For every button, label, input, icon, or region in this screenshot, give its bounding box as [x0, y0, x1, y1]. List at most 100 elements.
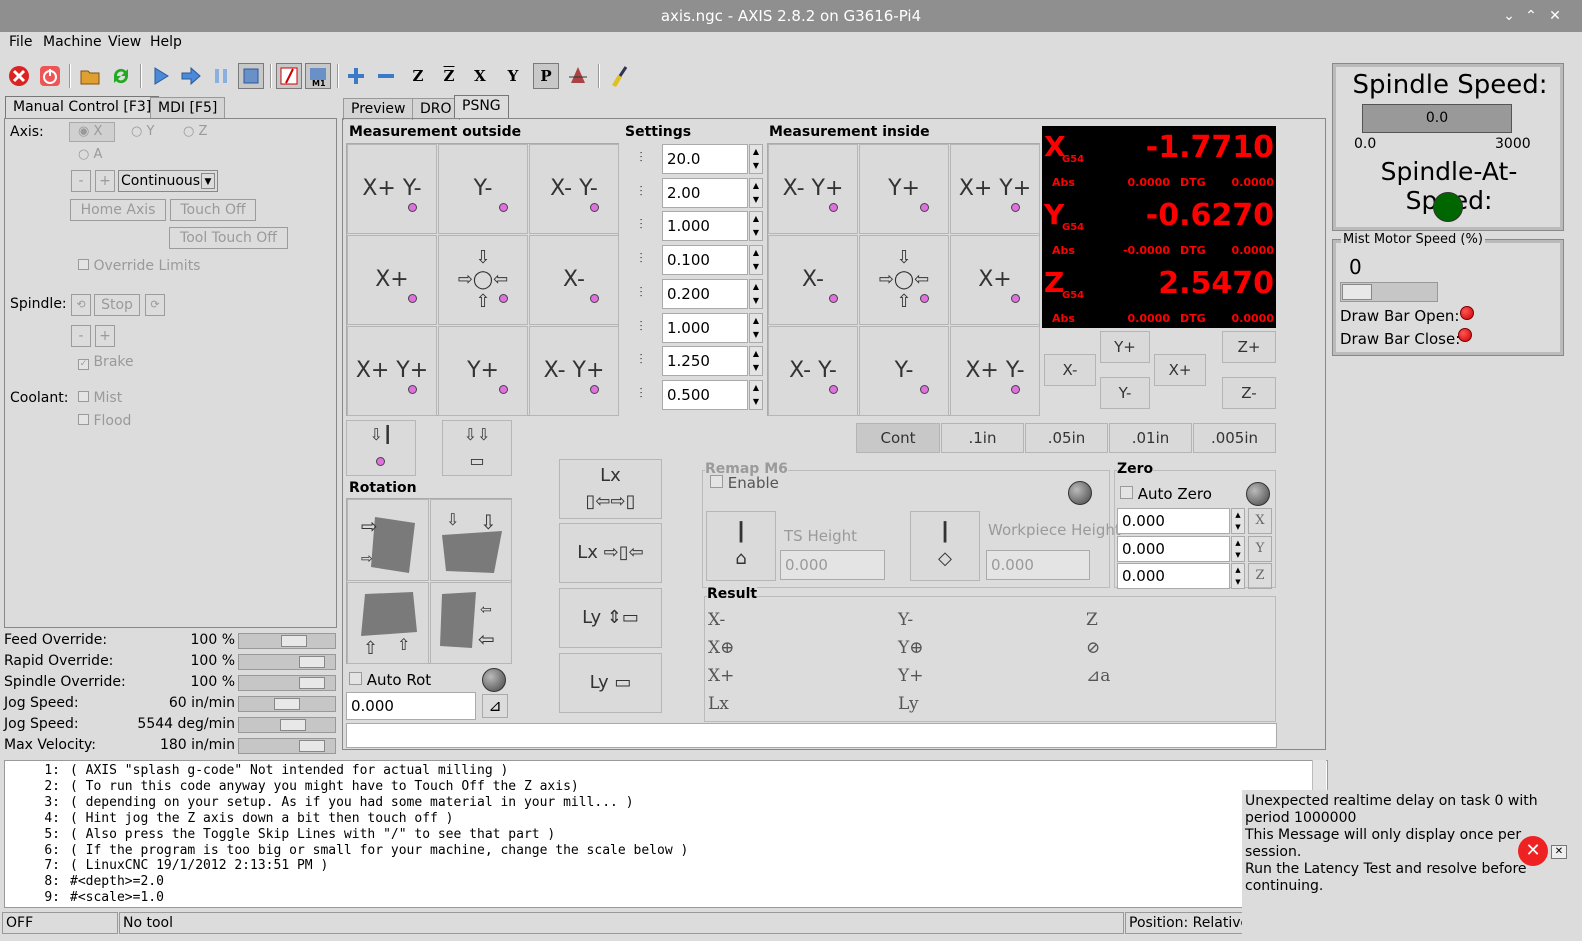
spinner-arrows-icon[interactable]: ▲ ▼	[749, 177, 763, 208]
override-slider[interactable]	[238, 738, 336, 754]
mist-checkbox[interactable]: Mist	[78, 390, 122, 406]
outside-x-minusyminus-button[interactable]: X- Y-	[529, 144, 619, 234]
tab-mdi[interactable]: MDI [F5]	[150, 97, 226, 119]
lx-outside-button[interactable]: Lx ▯⇦⇨▯	[559, 459, 662, 519]
stop-icon[interactable]	[238, 63, 264, 89]
spinner-arrows-icon[interactable]: ▲ ▼	[749, 379, 763, 410]
zero-input[interactable]: 0.000	[1117, 563, 1230, 589]
increment-1-button[interactable]: .1in	[941, 423, 1024, 453]
spinner-arrows-icon[interactable]: ▲ ▼	[749, 144, 763, 174]
axis-z-radio[interactable]: ○ Z	[183, 124, 207, 139]
setting-input[interactable]: 0.200	[662, 278, 748, 309]
spinner-arrows-icon[interactable]: ▲ ▼	[1231, 508, 1245, 534]
touch-off-button[interactable]: Touch Off	[170, 199, 256, 221]
increment-01-button[interactable]: .01in	[1109, 423, 1192, 453]
ts-height-input[interactable]: 0.000	[780, 550, 885, 580]
step-icon[interactable]	[178, 63, 204, 89]
jog-minus-button[interactable]: -	[71, 170, 91, 192]
probe-tool-length-button[interactable]: ⇩⇩ ▭	[442, 420, 512, 476]
jog-yminus-button[interactable]: Y-	[1100, 377, 1150, 409]
menu-machine[interactable]: Machine	[43, 34, 102, 50]
tool-touch-off-button[interactable]: Tool Touch Off	[169, 227, 288, 249]
setting-input[interactable]: 0.100	[662, 245, 748, 276]
jog-yplus-button[interactable]: Y+	[1100, 331, 1150, 363]
spinner-arrows-icon[interactable]: ▲ ▼	[749, 346, 763, 377]
tab-dro[interactable]: DRO	[412, 98, 460, 120]
zero-axis-button[interactable]: X	[1248, 508, 1272, 534]
increment-cont-button[interactable]: Cont	[856, 423, 940, 453]
slider-handle[interactable]	[274, 698, 300, 710]
slider-handle[interactable]	[281, 635, 307, 647]
minimize-icon[interactable]: ⌄	[1498, 0, 1520, 32]
inside-xplusminusyminus-button[interactable]: X+ Y-	[950, 326, 1040, 416]
estop-icon[interactable]	[6, 63, 32, 89]
inside-xminus-button[interactable]: X-	[768, 235, 858, 325]
override-slider[interactable]	[238, 717, 336, 733]
error-close-button[interactable]: ✕	[1551, 845, 1567, 859]
inside-xplusminusyplus-button[interactable]: X+ Y+	[950, 144, 1040, 234]
rotate-icon[interactable]	[565, 63, 591, 89]
open-file-icon[interactable]	[77, 63, 103, 89]
zero-input[interactable]: 0.000	[1117, 535, 1230, 562]
maximize-icon[interactable]: ⌃	[1520, 0, 1542, 32]
enable-checkbox[interactable]: Enable	[710, 474, 779, 492]
auto-zero-checkbox[interactable]: Auto Zero	[1120, 485, 1212, 503]
setting-input[interactable]: 1.000	[662, 312, 748, 343]
spinner-arrows-icon[interactable]: ▲ ▼	[1231, 563, 1245, 589]
close-icon[interactable]: ✕	[1544, 0, 1566, 32]
jog-mode-select[interactable]: Continuous ▼	[118, 170, 218, 192]
jog-xminus-button[interactable]: X-	[1044, 354, 1096, 386]
outside-xplusminusyplus-button[interactable]: X+ Y+	[347, 326, 437, 416]
zero-input[interactable]: 0.000	[1117, 508, 1230, 534]
override-slider[interactable]	[238, 633, 336, 649]
clear-plot-icon[interactable]	[606, 63, 632, 89]
slider-handle[interactable]	[280, 719, 306, 731]
optional-stop-icon[interactable]: M1	[305, 63, 331, 89]
outside-center-button[interactable]: ⇩ ⇨◯⇦ ⇧	[438, 235, 528, 325]
slider-handle[interactable]	[299, 656, 325, 668]
ly-outside-button[interactable]: Ly ⇕▭	[559, 588, 662, 648]
spinner-arrows-icon[interactable]: ▲ ▼	[749, 245, 763, 276]
spindle-ccw-icon[interactable]: ⟲	[71, 294, 91, 316]
rotation-yplus-button[interactable]: ⇦ ⇦	[430, 582, 512, 664]
menu-view[interactable]: View	[108, 34, 141, 50]
axis-y-radio[interactable]: ○ Y	[131, 124, 154, 139]
power-icon[interactable]	[37, 63, 63, 89]
override-slider[interactable]	[238, 696, 336, 712]
rotation-xplus-button[interactable]: ⇧ ⇧	[347, 582, 429, 664]
reload-icon[interactable]	[108, 63, 134, 89]
inside-yplus-button[interactable]: Y+	[859, 144, 949, 234]
outside-yplus-button[interactable]: Y+	[438, 326, 528, 416]
ly-inside-button[interactable]: Ly ▭	[559, 653, 662, 713]
setting-input[interactable]: 20.0	[662, 144, 748, 174]
jog-zminus-button[interactable]: Z-	[1222, 377, 1276, 409]
spindle-cw-icon[interactable]: ⟳	[145, 294, 165, 316]
outside-yminus-button[interactable]: Y-	[438, 144, 528, 234]
setting-input[interactable]: 1.000	[662, 211, 748, 242]
slider-handle[interactable]	[299, 740, 325, 752]
outside-x-minusyplus-button[interactable]: X- Y+	[529, 326, 619, 416]
lx-inside-button[interactable]: Lx ⇨▯⇦	[559, 523, 662, 583]
setting-input[interactable]: 1.250	[662, 346, 748, 377]
tab-psng[interactable]: PSNG	[454, 95, 509, 119]
inside-center-button[interactable]: ⇩ ⇨◯⇦ ⇧	[859, 235, 949, 325]
slider-handle[interactable]	[299, 677, 325, 689]
zoom-in-icon[interactable]	[343, 63, 369, 89]
rotation-xminus-button[interactable]: ⇩ ⇩	[430, 499, 512, 581]
override-limits-checkbox[interactable]: Override Limits	[78, 258, 200, 274]
inside-x-minusyplus-button[interactable]: X- Y+	[768, 144, 858, 234]
jog-xplus-button[interactable]: X+	[1154, 354, 1206, 386]
auto-rot-checkbox[interactable]: Auto Rot	[349, 671, 431, 689]
override-slider[interactable]	[238, 675, 336, 691]
mist-slider-handle[interactable]	[1342, 284, 1372, 300]
zoom-out-icon[interactable]	[373, 63, 399, 89]
setting-input[interactable]: 2.00	[662, 177, 748, 208]
inside-yminus-button[interactable]: Y-	[859, 326, 949, 416]
increment-005-button[interactable]: .005in	[1193, 423, 1276, 453]
axis-x-radio[interactable]: ◉ X	[78, 124, 102, 139]
spinner-arrows-icon[interactable]: ▲ ▼	[749, 211, 763, 242]
spinner-arrows-icon[interactable]: ▲ ▼	[749, 278, 763, 309]
probe-down-button[interactable]: ⇩┃	[346, 420, 416, 476]
flood-checkbox[interactable]: Flood	[78, 413, 131, 429]
view-z2-icon[interactable]: Z	[436, 63, 462, 89]
